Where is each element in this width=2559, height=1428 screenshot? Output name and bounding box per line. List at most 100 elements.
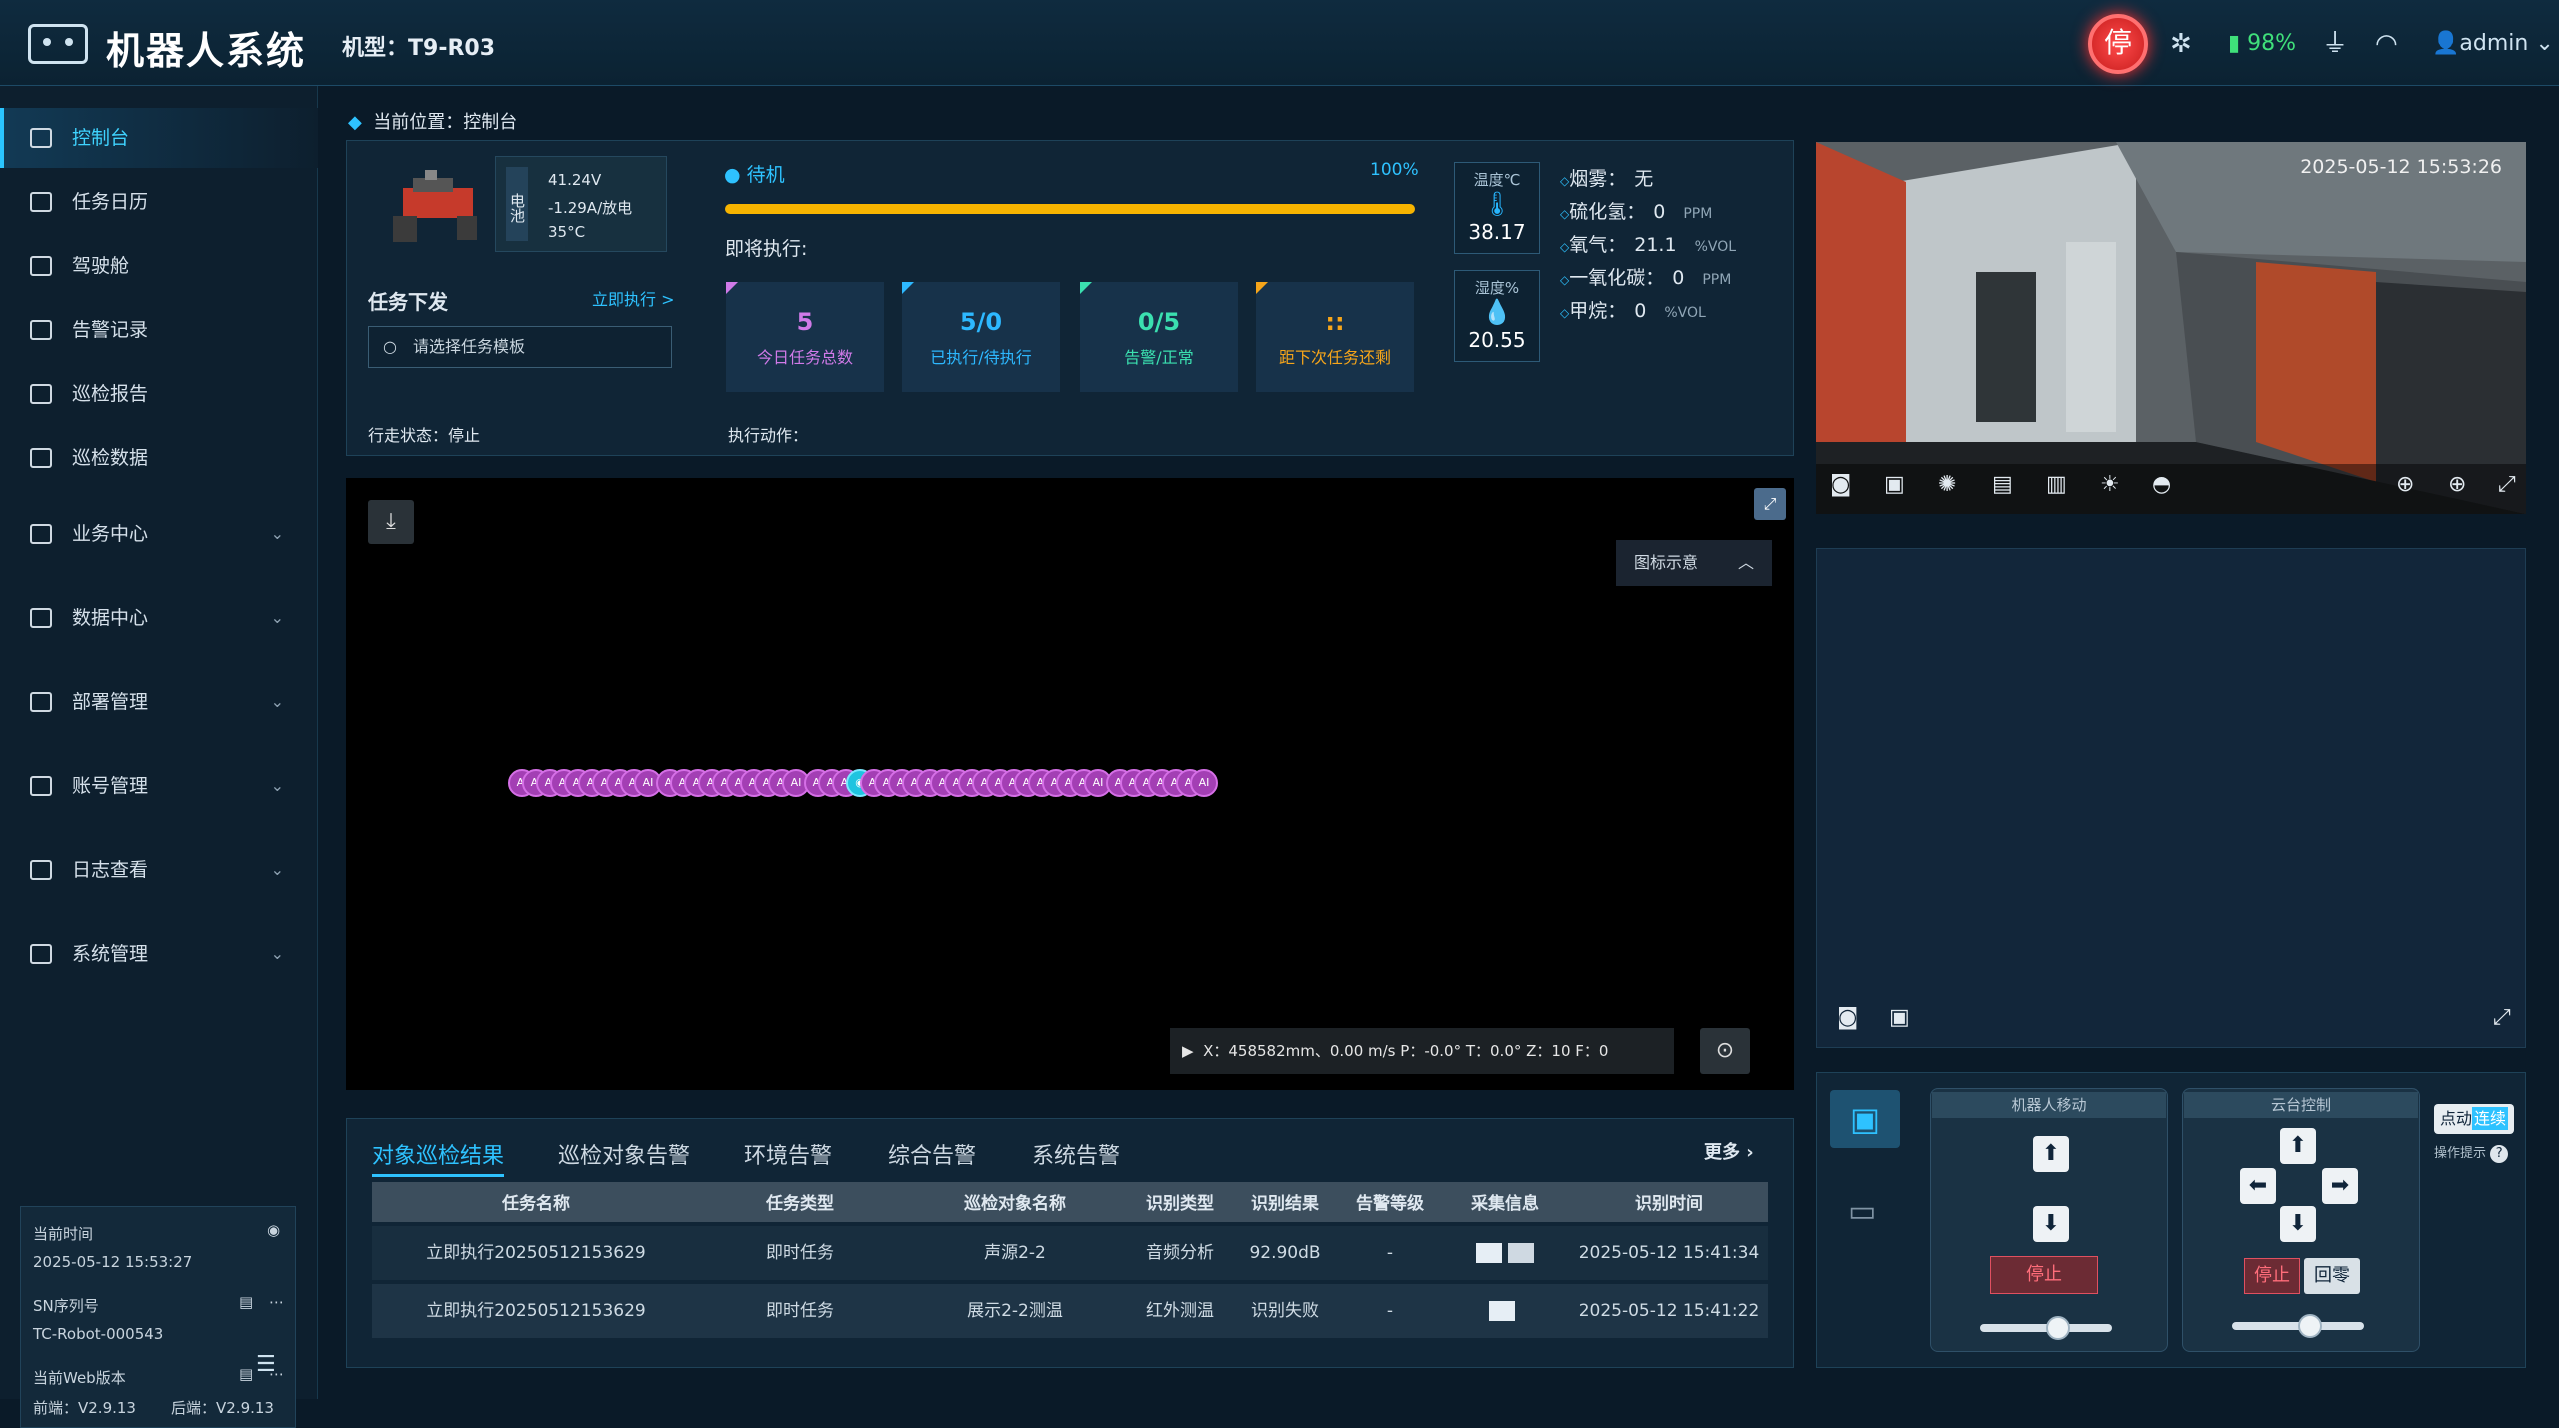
snapshot-icon[interactable]: ◙ (1837, 1005, 1858, 1030)
download-icon[interactable]: ⤓ (368, 500, 414, 544)
wiper-icon[interactable]: ✺ (1938, 472, 1956, 497)
ptz-left-button[interactable]: ⬅ (2240, 1168, 2276, 1204)
copy-icon[interactable]: ▤ (239, 1365, 253, 1383)
top-header: 机器人系统 机型：T9-R03 停 ✲ ▮ 98% ⏚ ◠ 👤admin ⌄ (0, 0, 2559, 86)
expand-icon[interactable]: ⤢ (2493, 1005, 2511, 1030)
frontend-version: 前端：V2.9.13 (33, 1399, 136, 1417)
compass-icon[interactable]: ◉ (267, 1221, 280, 1239)
ptz-zero-button[interactable]: 回零 (2304, 1258, 2360, 1294)
tab-4[interactable]: 系统告警 (1032, 1138, 1120, 1170)
next-task-label: 即将执行: (725, 238, 808, 260)
current-time: 2025-05-12 15:53:27 (33, 1253, 193, 1271)
tab-1[interactable]: 巡检对象告警 (558, 1138, 690, 1170)
tab-2[interactable]: 环境告警 (744, 1138, 832, 1170)
speed-icon[interactable]: ◓ (2152, 472, 2171, 497)
active-tab-underline (372, 1174, 504, 1177)
sn-value: TC-Robot-000543 (33, 1325, 164, 1343)
breadcrumb: ◆ 当前位置：控制台 (348, 108, 517, 134)
image-icon[interactable] (1489, 1301, 1515, 1321)
document-icon[interactable]: ▤ (1992, 472, 2013, 497)
copy-icon[interactable]: ▤ (239, 1293, 253, 1311)
sidebar-item-4[interactable]: 巡检报告 (0, 364, 318, 424)
sidebar-item-label: 账号管理 (72, 775, 149, 797)
legend-label: 图标示意 (1634, 553, 1699, 572)
mode-toggle[interactable]: 点动 连续 (2434, 1104, 2514, 1134)
ptz-up-button[interactable]: ⬆ (2280, 1128, 2316, 1164)
manual-mode-icon[interactable]: ▭ (1848, 1194, 1876, 1229)
move-stop-button[interactable]: 停止 (1990, 1256, 2098, 1294)
emergency-stop-button[interactable]: 停 (2088, 14, 2148, 74)
stat-label: 告警/正常 (1124, 348, 1194, 367)
sidebar: 控制台任务日历驾驶舱 告警记录巡检报告巡检数据业务中心 ⌄ 数据中心 ⌄ 部署管理 ⌄ 账号管… (0, 86, 318, 1428)
expand-icon[interactable]: ⤢ (2498, 472, 2516, 497)
camera-feed-main[interactable]: 2025-05-12 15:53:26 ◙ ▣ ✺ ▤ ▥ ☀ ◓ ⊕ ⊕ ⤢ (1816, 142, 2526, 514)
deploy-icon (30, 692, 52, 712)
move-backward-button[interactable]: ⬇ (2033, 1206, 2069, 1242)
sidebar-item-8[interactable]: 部署管理 ⌄ (0, 672, 318, 732)
sidebar-item-label: 任务日历 (72, 191, 149, 213)
tab-0[interactable]: 对象巡检结果 (372, 1138, 504, 1170)
stat-tile-0: 5 今日任务总数 (726, 282, 884, 392)
ptz-speed-knob[interactable] (2298, 1314, 2322, 1338)
continuous-mode[interactable]: 连续 (2472, 1107, 2509, 1130)
help-icon[interactable]: ? (2490, 1145, 2509, 1163)
ptz-stop-button[interactable]: 停止 (2244, 1258, 2300, 1294)
execute-now-link[interactable]: 立即执行 > (592, 286, 675, 310)
fullscreen-icon[interactable]: ⤢ (1754, 488, 1786, 520)
sidebar-item-3[interactable]: 告警记录 (0, 300, 318, 360)
reset-view-icon[interactable]: ⊙ (1700, 1028, 1750, 1074)
ptz-down-button[interactable]: ⬇ (2280, 1206, 2316, 1242)
play-icon[interactable]: ▶ (1182, 1042, 1194, 1060)
zoom-in-icon[interactable]: ⊕ (2396, 472, 2414, 497)
collapse-menu-icon[interactable]: ☰ (256, 1352, 276, 1377)
sidebar-item-10[interactable]: 日志查看 ⌄ (0, 840, 318, 900)
chevron-down-icon: ⌄ (270, 776, 284, 795)
sidebar-item-6[interactable]: 业务中心 ⌄ (0, 504, 318, 564)
ptz-right-button[interactable]: ➡ (2322, 1168, 2358, 1204)
sensor-value: 38.17 (1468, 220, 1526, 244)
stat-label: 今日任务总数 (756, 348, 853, 367)
operation-hint[interactable]: 操作提示 ? (2434, 1142, 2509, 1163)
record-icon[interactable]: ▣ (1884, 472, 1905, 497)
sidebar-item-9[interactable]: 账号管理 ⌄ (0, 756, 318, 816)
sidebar-item-7[interactable]: 数据中心 ⌄ (0, 588, 318, 648)
tab-3[interactable]: 综合告警 (888, 1138, 976, 1170)
legend-toggle[interactable]: 图标示意 ︿ (1616, 540, 1772, 586)
sidebar-item-0[interactable]: 控制台 (0, 108, 318, 168)
bullet-icon: ◇ (1560, 273, 1570, 287)
sidebar-item-2[interactable]: 驾驶舱 (0, 236, 318, 296)
sidebar-item-11[interactable]: 系统管理 ⌄ (0, 924, 318, 984)
map-point[interactable]: AI (1190, 769, 1218, 797)
audio-wave-icon[interactable] (1508, 1243, 1534, 1263)
image-icon[interactable] (1476, 1243, 1502, 1263)
gas-value: 0 (1634, 300, 1647, 322)
battery-icon: ▮ (2228, 31, 2241, 56)
record-icon[interactable]: ▣ (1889, 1005, 1910, 1030)
capture-info[interactable] (1440, 1284, 1570, 1338)
task-template-select[interactable]: ○ 请选择任务模板 (368, 326, 672, 368)
charging-plug-icon[interactable]: ⏚ (2322, 24, 2348, 64)
thermometer-icon: 🌡 (1481, 190, 1513, 218)
stat-value: 0/5 (1137, 308, 1181, 336)
target-icon[interactable]: ⊕ (2448, 472, 2466, 497)
sidebar-item-1[interactable]: 任务日历 (0, 172, 318, 232)
move-speed-knob[interactable] (2046, 1316, 2070, 1340)
chevron-down-icon: ⌄ (270, 692, 284, 711)
gas-name: 一氧化碳： (1569, 267, 1665, 289)
audio-icon[interactable]: ▥ (2046, 472, 2067, 497)
sidebar-item-5[interactable]: 巡检数据 (0, 428, 318, 488)
sidebar-item-label: 控制台 (72, 127, 130, 149)
more-link[interactable]: 更多 › (1704, 1138, 1754, 1164)
capture-info[interactable] (1440, 1226, 1570, 1280)
light-icon[interactable]: ☀ (2100, 472, 2120, 497)
user-menu[interactable]: 👤admin ⌄ (2432, 24, 2554, 64)
sidebar-item-label: 巡检报告 (72, 383, 149, 405)
move-forward-button[interactable]: ⬆ (2033, 1136, 2069, 1172)
auto-mode-icon[interactable]: ▣ (1830, 1090, 1900, 1148)
camera-feed-thermal[interactable]: ◙ ▣ ⤢ (1816, 548, 2526, 1048)
robot-status-icon[interactable]: ✲ (2170, 24, 2192, 64)
chevron-down-icon: ⌄ (270, 860, 284, 879)
snapshot-icon[interactable]: ◙ (1830, 472, 1851, 497)
more-icon[interactable]: ⋯ (269, 1293, 284, 1311)
jog-mode[interactable]: 点动 (2440, 1109, 2472, 1128)
